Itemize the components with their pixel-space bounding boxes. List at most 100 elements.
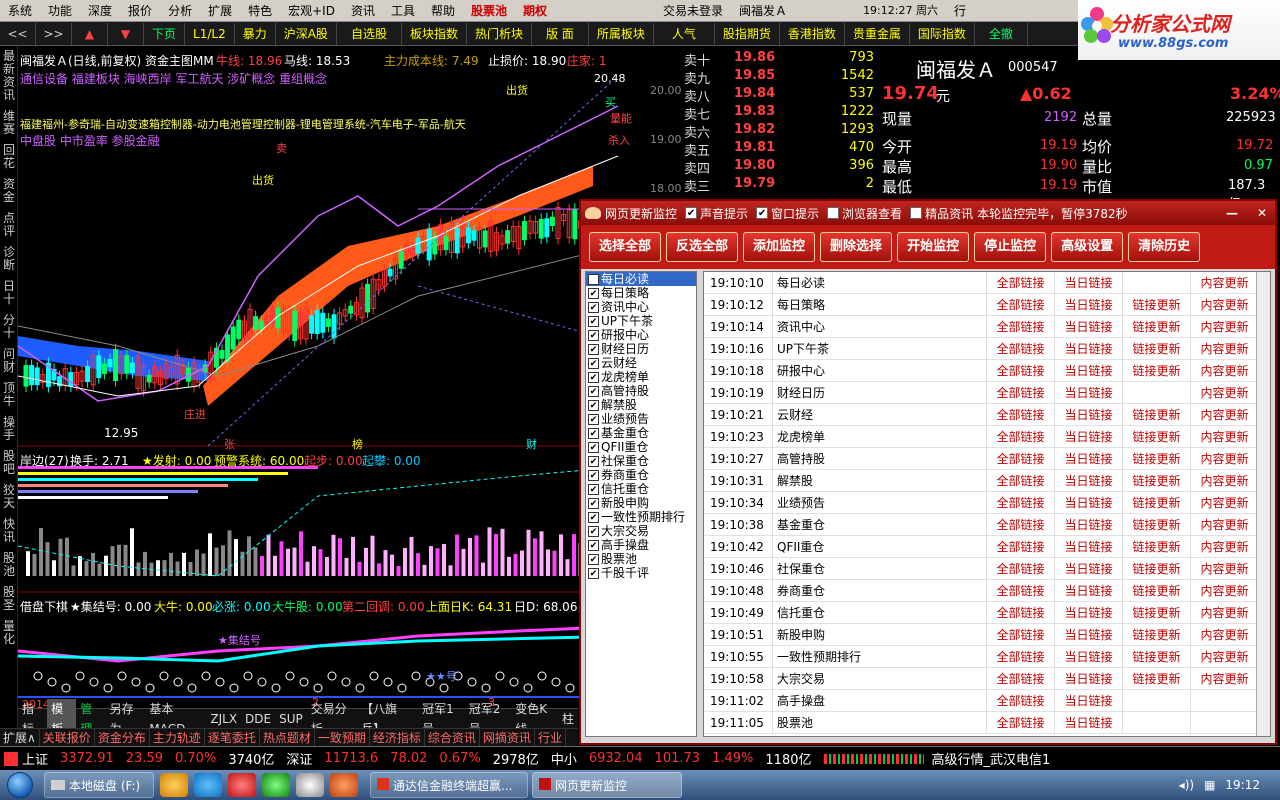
dialog-button-1[interactable]: 反选全部 bbox=[666, 232, 739, 262]
start-button[interactable] bbox=[0, 770, 40, 800]
row-all-links[interactable]: 全部链接 bbox=[986, 294, 1054, 315]
row-today-links[interactable]: 当日链接 bbox=[1054, 404, 1122, 425]
row-content-update[interactable]: 内容更新 bbox=[1190, 492, 1258, 513]
sidebar-item-15[interactable]: 股圣 bbox=[0, 582, 18, 616]
source-checkbox[interactable]: ✔ bbox=[588, 455, 599, 467]
toolbar-watchlist[interactable]: 自选股 bbox=[337, 22, 402, 45]
server-status[interactable]: 高级行情_武汉电信1 bbox=[932, 749, 1051, 768]
volume-icon[interactable]: ◂)) bbox=[1179, 778, 1194, 792]
row-link-update[interactable]: 链接更新 bbox=[1122, 514, 1190, 535]
row-today-links[interactable]: 当日链接 bbox=[1054, 492, 1122, 513]
monitor-log-table[interactable]: 19:10:10 每日必读 全部链接 当日链接 内容更新 19:10:12 每日策略 全部链接… bbox=[703, 271, 1271, 737]
source-checkbox[interactable]: ✔ bbox=[588, 329, 599, 341]
row-all-links[interactable]: 全部链接 bbox=[986, 690, 1054, 711]
source-item[interactable]: ✔ 基金重仓 bbox=[586, 426, 696, 440]
row-link-update[interactable] bbox=[1122, 690, 1190, 711]
sidebar-item-1[interactable]: 维赛 bbox=[0, 106, 18, 140]
toolbar-violent[interactable]: 暴力 bbox=[235, 22, 276, 45]
row-link-update[interactable]: 链接更新 bbox=[1122, 558, 1190, 579]
source-checkbox[interactable]: ✔ bbox=[588, 567, 599, 579]
quicklaunch-icon-3[interactable] bbox=[228, 773, 256, 797]
menu-item-function[interactable]: 功能 bbox=[40, 0, 80, 22]
row-today-links[interactable]: 当日链接 bbox=[1054, 272, 1122, 293]
dialog-titlebar[interactable]: 网页更新监控 ✔ 声音提示 ✔ 窗口提示 浏览器查看 精品资讯 本轮监控完毕，暂停3… bbox=[581, 201, 1275, 225]
network-icon[interactable]: ▦ bbox=[1204, 778, 1215, 792]
source-item[interactable]: ✔ QFII重仓 bbox=[586, 440, 696, 454]
source-checkbox[interactable]: ✔ bbox=[588, 315, 599, 327]
row-content-update[interactable]: 内容更新 bbox=[1190, 360, 1258, 381]
check-premium[interactable]: 精品资讯 bbox=[910, 205, 973, 222]
ext-tab-0[interactable]: 扩展∧ bbox=[0, 728, 40, 747]
toolbar-hot-sector[interactable]: 热门析块 bbox=[467, 22, 532, 45]
row-content-update[interactable] bbox=[1190, 712, 1258, 733]
indicator-tab-7[interactable]: SUP bbox=[275, 709, 307, 729]
menu-item-system[interactable]: 系统 bbox=[0, 0, 40, 22]
sidebar-item-12[interactable]: 狡天 bbox=[0, 480, 18, 514]
row-today-links[interactable]: 当日链接 bbox=[1054, 382, 1122, 403]
toolbar-l1l2[interactable]: L1/L2 bbox=[185, 22, 235, 45]
row-content-update[interactable]: 内容更新 bbox=[1190, 580, 1258, 601]
sidebar-item-9[interactable]: 顶牛 bbox=[0, 378, 18, 412]
source-item[interactable]: ✔ UP下午茶 bbox=[586, 314, 696, 328]
source-item[interactable]: ✔ 一致性预期排行 bbox=[586, 510, 696, 524]
menu-item-options[interactable]: 期权 bbox=[515, 0, 555, 22]
source-item[interactable]: ✔ 高管持股 bbox=[586, 384, 696, 398]
row-today-links[interactable]: 当日链接 bbox=[1054, 646, 1122, 667]
row-link-update[interactable] bbox=[1122, 712, 1190, 733]
toolbar-metals[interactable]: 贵重金属 bbox=[845, 22, 910, 45]
row-content-update[interactable]: 内容更新 bbox=[1190, 536, 1258, 557]
row-today-links[interactable]: 当日链接 bbox=[1054, 690, 1122, 711]
source-item[interactable]: ✔ 新股申购 bbox=[586, 496, 696, 510]
task-tdx[interactable]: 通达信金融终端超赢... bbox=[370, 772, 528, 798]
row-today-links[interactable]: 当日链接 bbox=[1054, 580, 1122, 601]
menu-item-analysis[interactable]: 分析 bbox=[160, 0, 200, 22]
row-link-update[interactable] bbox=[1122, 272, 1190, 293]
check-sound-box[interactable]: ✔ bbox=[685, 207, 698, 219]
check-browser[interactable]: 浏览器查看 bbox=[827, 205, 902, 222]
sidebar-item-5[interactable]: 诊断 bbox=[0, 242, 18, 276]
row-today-links[interactable]: 当日链接 bbox=[1054, 426, 1122, 447]
toolbar-own-sector[interactable]: 所属板块 bbox=[589, 22, 654, 45]
toolbar-index-futures[interactable]: 股指期货 bbox=[715, 22, 780, 45]
row-all-links[interactable]: 全部链接 bbox=[986, 338, 1054, 359]
row-all-links[interactable]: 全部链接 bbox=[986, 580, 1054, 601]
sidebar-item-14[interactable]: 股池 bbox=[0, 548, 18, 582]
source-checkbox[interactable]: ✔ bbox=[588, 525, 599, 537]
source-item[interactable]: ✔ 每日必读 bbox=[586, 272, 696, 286]
source-checkbox[interactable]: ✔ bbox=[588, 413, 599, 425]
source-item[interactable]: ✔ 业绩预告 bbox=[586, 412, 696, 426]
row-all-links[interactable]: 全部链接 bbox=[986, 470, 1054, 491]
sidebar-item-10[interactable]: 操手 bbox=[0, 412, 18, 446]
row-link-update[interactable]: 链接更新 bbox=[1122, 580, 1190, 601]
ext-tab-9[interactable]: 网摘资讯 bbox=[480, 728, 535, 747]
source-checkbox[interactable]: ✔ bbox=[588, 497, 599, 509]
dialog-button-4[interactable]: 开始监控 bbox=[897, 232, 970, 262]
source-checkbox[interactable]: ✔ bbox=[588, 427, 599, 439]
row-link-update[interactable]: 链接更新 bbox=[1122, 316, 1190, 337]
row-content-update[interactable]: 内容更新 bbox=[1190, 470, 1258, 491]
menu-item-trade[interactable]: 行 bbox=[946, 0, 974, 22]
ext-tab-2[interactable]: 资金分布 bbox=[95, 728, 150, 747]
row-all-links[interactable]: 全部链接 bbox=[986, 360, 1054, 381]
row-all-links[interactable]: 全部链接 bbox=[986, 426, 1054, 447]
row-today-links[interactable]: 当日链接 bbox=[1054, 668, 1122, 689]
ext-tab-5[interactable]: 热点题材 bbox=[260, 728, 315, 747]
toolbar-next-icon[interactable]: >> bbox=[36, 22, 72, 45]
minimize-icon[interactable]: — bbox=[1219, 204, 1245, 222]
row-today-links[interactable]: 当日链接 bbox=[1054, 624, 1122, 645]
indicator-tab-5[interactable]: ZJLX bbox=[206, 709, 241, 729]
row-all-links[interactable]: 全部链接 bbox=[986, 712, 1054, 733]
row-content-update[interactable]: 内容更新 bbox=[1190, 646, 1258, 667]
row-all-links[interactable]: 全部链接 bbox=[986, 624, 1054, 645]
dialog-button-5[interactable]: 停止监控 bbox=[974, 232, 1047, 262]
source-checkbox[interactable]: ✔ bbox=[588, 469, 599, 481]
row-all-links[interactable]: 全部链接 bbox=[986, 272, 1054, 293]
menu-item-extend[interactable]: 扩展 bbox=[200, 0, 240, 22]
ext-tab-1[interactable]: 关联报价 bbox=[40, 728, 95, 747]
row-all-links[interactable]: 全部链接 bbox=[986, 514, 1054, 535]
source-item[interactable]: ✔ 大宗交易 bbox=[586, 524, 696, 538]
row-today-links[interactable]: 当日链接 bbox=[1054, 338, 1122, 359]
row-today-links[interactable]: 当日链接 bbox=[1054, 602, 1122, 623]
row-link-update[interactable]: 链接更新 bbox=[1122, 294, 1190, 315]
menu-item-quote[interactable]: 报价 bbox=[120, 0, 160, 22]
